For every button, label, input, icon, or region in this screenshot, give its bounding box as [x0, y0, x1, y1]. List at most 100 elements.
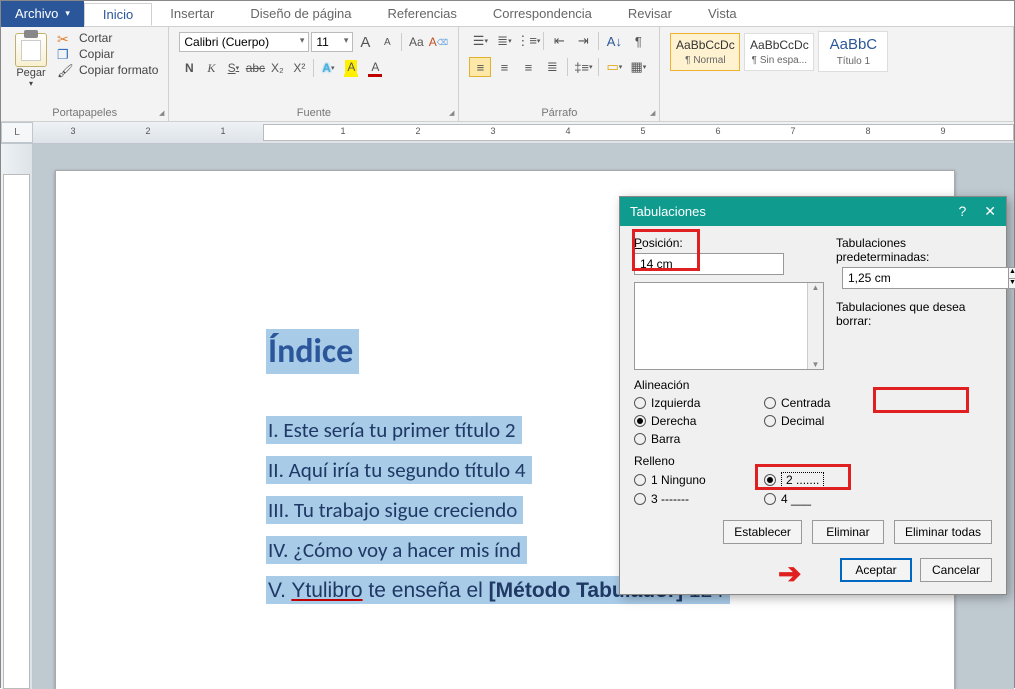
- group-clipboard-title: Portapapeles: [11, 105, 158, 119]
- radio-relleno-1[interactable]: 1 Ninguno: [634, 472, 734, 488]
- tabulaciones-dialog: Tabulaciones ? ✕ Posición: ▲▼ Tabulacion…: [619, 196, 1007, 595]
- doc-line-3: III. Tu trabajo sigue creciendo: [266, 496, 523, 524]
- predeterminadas-spin[interactable]: ▲▼: [842, 267, 992, 289]
- tab-correspondencia[interactable]: Correspondencia: [475, 2, 610, 25]
- style-titulo1[interactable]: AaBbC Título 1: [818, 31, 888, 72]
- group-clipboard: Pegar ▾ Cortar Copiar Copiar formato Por…: [1, 27, 169, 121]
- bold-button[interactable]: N: [179, 57, 199, 79]
- posicion-label: Posición:: [634, 236, 824, 250]
- highlight-button[interactable]: A: [340, 57, 362, 79]
- predeterminadas-label: Tabulaciones predeterminadas:: [836, 236, 992, 264]
- sort-button[interactable]: A↓: [603, 31, 625, 51]
- posicion-listbox[interactable]: ▲▼: [634, 282, 824, 370]
- strike-button[interactable]: abc: [245, 57, 265, 79]
- group-font-title: Fuente: [179, 105, 448, 119]
- doc-line-2: II. Aquí iría tu segundo título 4: [266, 456, 532, 484]
- underline-button[interactable]: S▾: [223, 57, 243, 79]
- ribbon: Pegar ▾ Cortar Copiar Copiar formato Por…: [1, 27, 1014, 122]
- eliminar-todas-button[interactable]: Eliminar todas: [894, 520, 992, 544]
- aceptar-button[interactable]: Aceptar: [840, 558, 912, 582]
- eliminar-button[interactable]: Eliminar: [812, 520, 884, 544]
- cut-button[interactable]: Cortar: [57, 31, 158, 45]
- text-effects-button[interactable]: A▾: [318, 57, 338, 79]
- dialog-titlebar[interactable]: Tabulaciones ? ✕: [620, 197, 1006, 226]
- font-size-select[interactable]: 11: [311, 32, 353, 52]
- doc-line-1: I. Este sería tu primer título 2: [266, 416, 522, 444]
- tab-diseno[interactable]: Diseño de página: [232, 2, 369, 25]
- paste-icon: [15, 33, 47, 67]
- radio-centrada[interactable]: Centrada: [764, 396, 864, 410]
- radio-derecha[interactable]: Derecha: [634, 414, 734, 428]
- copy-button[interactable]: Copiar: [57, 47, 158, 61]
- clear-format-button[interactable]: A⌫: [428, 31, 448, 53]
- borders-button[interactable]: ▦▾: [627, 57, 649, 77]
- copy-icon: [57, 47, 73, 61]
- tab-inicio[interactable]: Inicio: [84, 3, 152, 26]
- change-case-button[interactable]: Aa: [406, 31, 426, 53]
- alineacion-group: Izquierda Centrada Derecha Decimal Barra: [634, 396, 992, 446]
- relleno-group: 1 Ninguno 2 ....... 3 ------- 4 ___: [634, 472, 992, 506]
- vertical-ruler[interactable]: [1, 144, 33, 689]
- style-normal[interactable]: AaBbCcDc ¶ Normal: [670, 33, 740, 71]
- font-color-button[interactable]: A: [364, 57, 386, 79]
- shrink-font-button[interactable]: A: [377, 31, 397, 53]
- align-center-button[interactable]: ≡: [493, 57, 515, 77]
- horizontal-ruler[interactable]: 3 2 1 1 2 3 4 5 6 7 8 9: [33, 122, 1014, 143]
- posicion-input[interactable]: [634, 253, 784, 275]
- radio-relleno-2[interactable]: 2 .......: [764, 472, 864, 488]
- cancelar-button[interactable]: Cancelar: [920, 558, 992, 582]
- multilevel-button[interactable]: ⋮≡▾: [517, 31, 539, 51]
- cut-icon: [57, 31, 73, 45]
- align-left-button[interactable]: ≡: [469, 57, 491, 77]
- relleno-label: Relleno: [634, 454, 992, 468]
- spin-down[interactable]: ▼: [1009, 279, 1015, 289]
- ruler-row: L 3 2 1 1 2 3 4 5 6 7 8 9: [1, 122, 1014, 144]
- doc-line-4: IV. ¿Cómo voy a hacer mis índ: [266, 536, 527, 564]
- alineacion-label: Alineación: [634, 378, 992, 392]
- radio-barra[interactable]: Barra: [634, 432, 734, 446]
- line-spacing-button[interactable]: ‡≡▾: [572, 57, 594, 77]
- font-name-select[interactable]: Calibri (Cuerpo): [179, 32, 309, 52]
- grow-font-button[interactable]: A: [355, 31, 375, 53]
- dialog-help-button[interactable]: ?: [958, 203, 966, 220]
- tab-vista[interactable]: Vista: [690, 2, 755, 25]
- tab-insertar[interactable]: Insertar: [152, 2, 232, 25]
- listbox-scrollbar[interactable]: ▲▼: [807, 283, 823, 369]
- align-right-button[interactable]: ≡: [517, 57, 539, 77]
- subscript-button[interactable]: X₂: [267, 57, 287, 79]
- group-font: Calibri (Cuerpo) 11 A A Aa A⌫ N K S▾ abc…: [169, 27, 459, 121]
- borrar-label: Tabulaciones que desea borrar:: [836, 300, 992, 328]
- group-paragraph-title: Párrafo: [469, 105, 649, 119]
- format-painter-button[interactable]: Copiar formato: [57, 63, 158, 77]
- paste-label: Pegar: [11, 67, 51, 79]
- outdent-button[interactable]: ⇤: [548, 31, 570, 51]
- radio-relleno-4[interactable]: 4 ___: [764, 492, 864, 506]
- ribbon-tabs: Archivo Inicio Insertar Diseño de página…: [1, 1, 1014, 27]
- radio-relleno-3[interactable]: 3 -------: [634, 492, 734, 506]
- predeterminadas-input[interactable]: [842, 267, 1008, 289]
- tab-referencias[interactable]: Referencias: [370, 2, 475, 25]
- indent-button[interactable]: ⇥: [572, 31, 594, 51]
- paste-button[interactable]: Pegar ▾: [11, 31, 51, 88]
- tab-file[interactable]: Archivo: [1, 1, 84, 27]
- style-sinespacio[interactable]: AaBbCcDc ¶ Sin espa...: [744, 33, 814, 71]
- tab-revisar[interactable]: Revisar: [610, 2, 690, 25]
- show-marks-button[interactable]: ¶: [627, 31, 649, 51]
- spin-up[interactable]: ▲: [1009, 268, 1015, 279]
- italic-button[interactable]: K: [201, 57, 221, 79]
- brush-icon: [57, 63, 73, 77]
- establecer-button[interactable]: Establecer: [723, 520, 802, 544]
- dialog-title-text: Tabulaciones: [630, 204, 706, 219]
- group-paragraph: ☰▾ ≣▾ ⋮≡▾ ⇤ ⇥ A↓ ¶ ≡ ≡ ≡ ≣ ‡≡▾ ▭▾ ▦▾: [459, 27, 660, 121]
- doc-heading: Índice: [266, 329, 359, 374]
- radio-izquierda[interactable]: Izquierda: [634, 396, 734, 410]
- align-justify-button[interactable]: ≣: [541, 57, 563, 77]
- shading-button[interactable]: ▭▾: [603, 57, 625, 77]
- numbering-button[interactable]: ≣▾: [493, 31, 515, 51]
- tab-selector[interactable]: L: [1, 122, 33, 143]
- group-styles: AaBbCcDc ¶ Normal AaBbCcDc ¶ Sin espa...…: [660, 27, 1014, 121]
- superscript-button[interactable]: X²: [289, 57, 309, 79]
- dialog-close-button[interactable]: ✕: [984, 203, 996, 220]
- bullets-button[interactable]: ☰▾: [469, 31, 491, 51]
- radio-decimal[interactable]: Decimal: [764, 414, 864, 428]
